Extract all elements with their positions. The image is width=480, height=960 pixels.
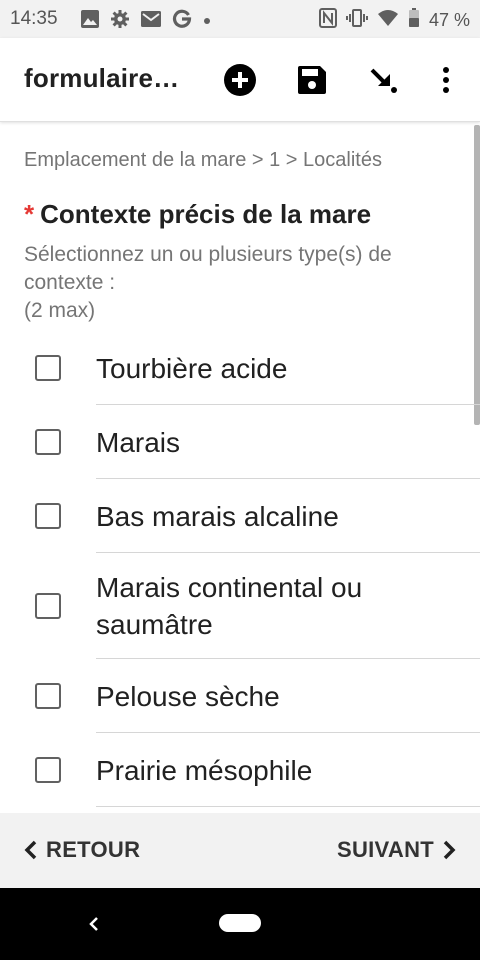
add-icon — [224, 64, 256, 96]
option-label: Prairie mésophile — [96, 754, 313, 786]
form-content[interactable]: Emplacement de la mare > 1 > Localités *… — [0, 123, 480, 813]
home-pill-button[interactable] — [219, 914, 261, 932]
more-vert-icon — [443, 67, 449, 93]
battery-percent: 47 % — [428, 10, 470, 30]
next-button[interactable]: SUIVANT — [337, 837, 456, 863]
mail-icon — [140, 10, 162, 33]
google-icon — [172, 9, 192, 34]
app-toolbar: formulaire… — [0, 38, 480, 122]
next-label: SUIVANT — [336, 837, 434, 862]
save-icon — [298, 66, 326, 94]
chevron-left-icon — [24, 840, 37, 860]
checkbox[interactable] — [35, 429, 61, 455]
option-label: Bas marais alcaline — [96, 500, 339, 532]
breadcrumb: Emplacement de la mare > 1 > Localités — [24, 149, 382, 171]
system-navigation-bar — [0, 888, 480, 960]
option-prairie-mesophile[interactable]: Prairie mésophile — [0, 733, 480, 807]
save-button[interactable] — [290, 58, 334, 102]
option-marais[interactable]: Marais — [0, 405, 480, 479]
system-back-button[interactable] — [80, 910, 108, 938]
options-list: Tourbière acide Marais Bas marais alcali… — [0, 331, 480, 807]
option-marais-continental[interactable]: Marais continental ou saumâtre — [0, 553, 480, 659]
more-menu-button[interactable] — [424, 58, 468, 102]
status-time: 14:35 — [10, 8, 58, 29]
image-icon — [80, 9, 100, 34]
option-label: Tourbière acide — [96, 352, 288, 384]
checkbox[interactable] — [35, 683, 61, 709]
question-text: Contexte précis de la mare — [40, 199, 372, 229]
add-button[interactable] — [218, 58, 262, 102]
option-label: Marais continental ou saumâtre — [96, 572, 363, 640]
checkbox[interactable] — [35, 593, 61, 619]
vibrate-icon — [345, 8, 368, 33]
nfc-icon — [318, 8, 337, 33]
back-label: RETOUR — [46, 837, 141, 862]
gear-icon — [110, 9, 130, 34]
system-icons: 47 % — [318, 8, 470, 33]
question-label: * Contexte précis de la mare — [24, 199, 371, 230]
checkbox[interactable] — [35, 503, 61, 529]
notification-icons — [80, 9, 212, 34]
option-pelouse-seche[interactable]: Pelouse sèche — [0, 659, 480, 733]
option-tourbiere-acide[interactable]: Tourbière acide — [0, 331, 480, 405]
required-marker: * — [24, 199, 35, 229]
back-chevron-icon — [89, 917, 98, 931]
divider — [96, 806, 480, 807]
option-label: Marais — [96, 426, 181, 458]
checkbox[interactable] — [35, 757, 61, 783]
dot-icon — [202, 13, 212, 31]
wifi-icon — [377, 9, 399, 32]
option-label: Pelouse sèche — [96, 680, 280, 712]
arrow-icon — [370, 68, 397, 93]
form-title: formulaire… — [24, 63, 180, 93]
arrow-button[interactable] — [362, 58, 406, 102]
status-bar: 14:35 47 % — [0, 0, 480, 38]
chevron-right-icon — [443, 840, 456, 860]
question-hint: Sélectionnez un ou plusieurs type(s) de … — [24, 243, 392, 322]
back-button[interactable]: RETOUR — [24, 837, 140, 863]
option-bas-marais-alcaline[interactable]: Bas marais alcaline — [0, 479, 480, 553]
checkbox[interactable] — [35, 355, 61, 381]
form-navigation-bar: RETOUR SUIVANT — [0, 813, 480, 888]
battery-icon — [408, 8, 420, 33]
